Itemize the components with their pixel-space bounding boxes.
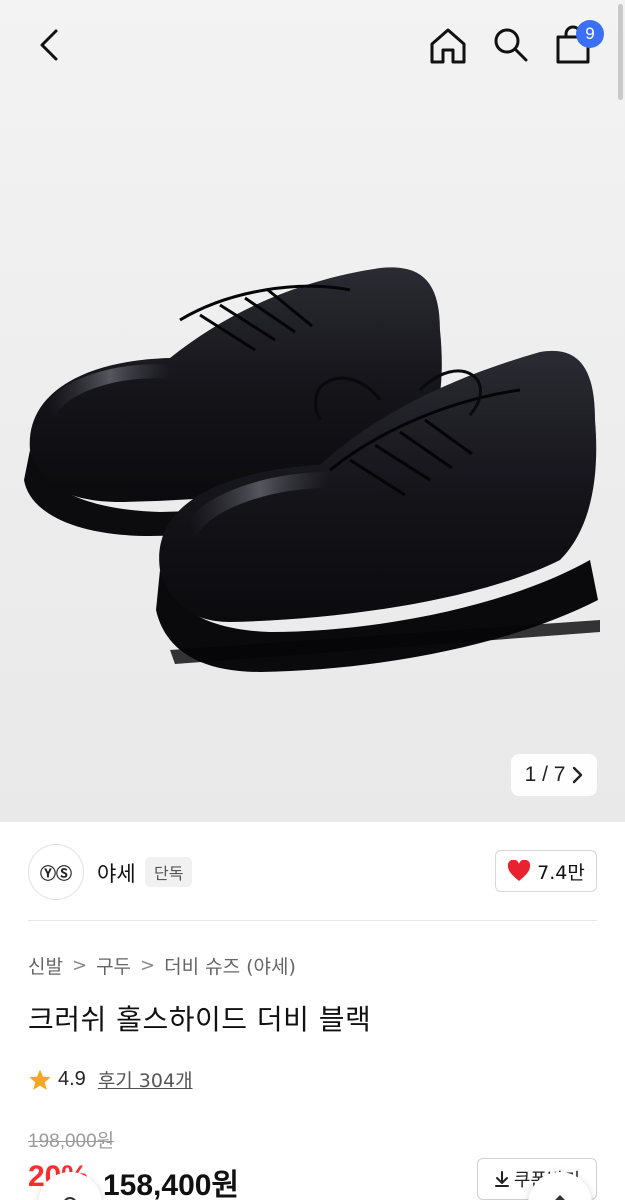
search-button[interactable] bbox=[488, 22, 532, 66]
brand-row: ⓎⓈ 야세 단독 7.4만 bbox=[0, 822, 625, 922]
cart-button[interactable]: 9 bbox=[550, 20, 604, 68]
product-image bbox=[24, 267, 600, 672]
breadcrumb: 신발 > 구두 > 더비 슈즈 (야세) bbox=[28, 952, 296, 979]
chevron-right-icon bbox=[573, 766, 583, 784]
review-count-link[interactable]: 후기 304개 bbox=[98, 1066, 193, 1093]
like-count: 7.4만 bbox=[537, 861, 585, 884]
top-navigation-bar: 9 bbox=[0, 0, 625, 90]
brand-name[interactable]: 야세 bbox=[97, 858, 136, 888]
divider bbox=[28, 920, 597, 921]
exclusive-tag: 단독 bbox=[145, 857, 193, 887]
cart-count-badge: 9 bbox=[576, 20, 604, 48]
brand-logo-text: ⓎⓈ bbox=[39, 864, 72, 883]
pager-label: 1 / 7 bbox=[524, 763, 566, 786]
star-icon bbox=[29, 1069, 51, 1090]
original-price: 198,000원 bbox=[28, 1131, 115, 1152]
image-pager[interactable]: 1 / 7 bbox=[511, 754, 597, 796]
download-icon bbox=[494, 1171, 509, 1187]
back-button[interactable] bbox=[28, 24, 70, 66]
brand-logo[interactable]: ⓎⓈ bbox=[28, 844, 84, 900]
sale-price: 158,400원 bbox=[103, 1169, 240, 1200]
diamond-icon bbox=[555, 1195, 565, 1200]
heart-icon bbox=[508, 860, 531, 881]
home-icon bbox=[430, 28, 466, 64]
rating-score: 4.9 bbox=[58, 1068, 86, 1090]
chevron-right-icon: > bbox=[71, 955, 88, 976]
product-title: 크러쉬 홀스하이드 더비 블랙 bbox=[28, 1003, 372, 1036]
home-button[interactable] bbox=[424, 22, 472, 70]
breadcrumb-item-shoes[interactable]: 신발 bbox=[28, 952, 63, 979]
breadcrumb-item-dress-shoes[interactable]: 구두 bbox=[96, 952, 131, 979]
product-image-gallery[interactable]: 9 1 / 7 bbox=[0, 0, 625, 822]
chevron-left-icon bbox=[40, 29, 58, 61]
search-icon bbox=[494, 28, 528, 62]
like-button[interactable]: 7.4만 bbox=[495, 850, 597, 892]
rating-row: 4.9 후기 304개 bbox=[28, 1066, 193, 1093]
circle-icon bbox=[64, 1197, 76, 1200]
breadcrumb-item-derby-shoes[interactable]: 더비 슈즈 (야세) bbox=[164, 952, 296, 979]
chevron-right-icon: > bbox=[140, 955, 156, 976]
